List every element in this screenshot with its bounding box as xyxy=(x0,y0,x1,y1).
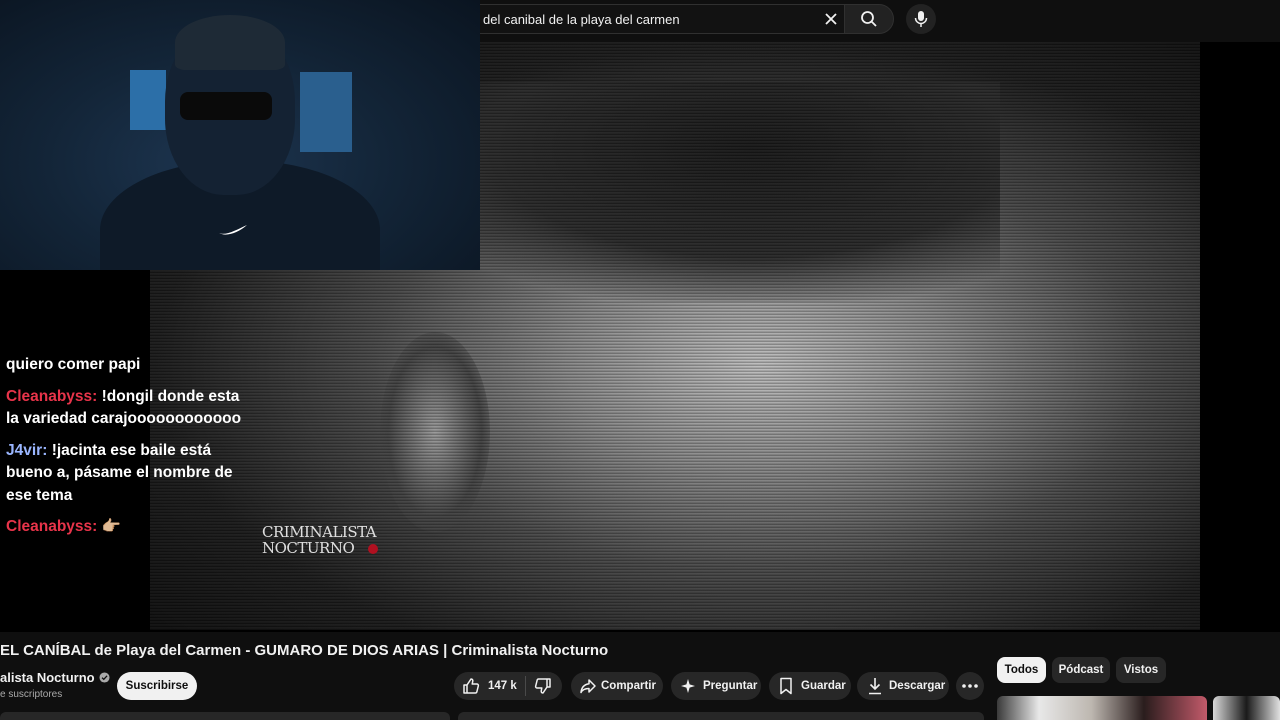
webcam-overlay xyxy=(0,0,480,270)
like-dislike-group: 147 k xyxy=(454,672,562,700)
bookmark-icon xyxy=(780,677,792,695)
channel-name[interactable]: alista Nocturno xyxy=(0,670,110,685)
watermark-blood-mark xyxy=(368,544,378,554)
subscribe-button[interactable]: Suscribirse xyxy=(117,672,197,700)
chat-message: quiero comer papi xyxy=(0,354,260,377)
share-button[interactable]: Compartir xyxy=(571,672,663,700)
search-button[interactable] xyxy=(844,4,894,34)
subscriber-count: e suscriptores xyxy=(0,689,63,700)
chat-emoji: 👉🏼 xyxy=(101,518,121,535)
chip-todos[interactable]: Todos xyxy=(997,657,1046,683)
streamer-cap xyxy=(175,15,285,70)
like-count[interactable]: 147 k xyxy=(488,680,517,692)
description-box[interactable] xyxy=(0,712,450,720)
more-horizontal-icon xyxy=(962,684,978,688)
share-icon xyxy=(580,679,596,694)
sparkle-icon xyxy=(681,679,695,693)
swoosh-logo-icon xyxy=(219,225,247,235)
watermark-line2: Nocturno xyxy=(262,539,355,557)
wall-poster xyxy=(130,70,166,130)
stream-chat: quiero comer papi Cleanabyss: !dongil do… xyxy=(0,340,260,548)
chat-message: J4vir: !jacinta ese baile está bueno a, … xyxy=(0,440,260,508)
chat-username: Cleanabyss: xyxy=(6,387,98,405)
chat-message-cut xyxy=(0,340,260,354)
thumbs-down-icon[interactable] xyxy=(534,677,552,695)
save-label: Guardar xyxy=(801,680,846,692)
voice-search-button[interactable] xyxy=(906,4,936,34)
chat-username: J4vir: xyxy=(6,441,48,459)
download-icon xyxy=(869,678,881,695)
thumbs-up-icon[interactable] xyxy=(462,677,480,695)
share-label: Compartir xyxy=(601,680,656,692)
ask-button[interactable]: Preguntar xyxy=(671,672,761,700)
clear-search-button[interactable] xyxy=(818,6,844,32)
chat-message: Cleanabyss: 👉🏼 xyxy=(0,516,260,539)
verified-icon xyxy=(99,672,110,683)
streamer-sunglasses xyxy=(180,92,272,120)
chat-text: quiero comer papi xyxy=(6,356,141,373)
mic-icon xyxy=(914,11,928,27)
search-icon xyxy=(861,11,877,27)
recommended-thumbnail[interactable] xyxy=(1213,696,1280,720)
save-button[interactable]: Guardar xyxy=(769,672,851,700)
download-label: Descargar xyxy=(889,680,946,692)
chip-podcast[interactable]: Pódcast xyxy=(1052,657,1110,683)
chat-username: Cleanabyss: xyxy=(6,518,98,535)
wall-poster xyxy=(300,72,352,152)
secondary-box[interactable] xyxy=(458,712,984,720)
search-box[interactable] xyxy=(478,4,844,34)
channel-watermark: Criminalista Nocturno xyxy=(262,524,402,556)
search-input[interactable] xyxy=(483,5,813,33)
video-title: EL CANÍBAL de Playa del Carmen - GUMARO … xyxy=(0,642,609,659)
chat-message: Cleanabyss: !dongil donde esta la varied… xyxy=(0,386,260,431)
channel-name-text[interactable]: alista Nocturno xyxy=(0,670,95,685)
recommended-thumbnail[interactable] xyxy=(997,696,1207,720)
download-button[interactable]: Descargar xyxy=(857,672,949,700)
more-actions-button[interactable] xyxy=(956,672,984,700)
watermark-line1: Criminalista xyxy=(262,523,377,541)
ask-label: Preguntar xyxy=(703,680,758,692)
like-divider xyxy=(524,676,526,696)
close-icon xyxy=(825,13,837,25)
chip-vistos[interactable]: Vistos xyxy=(1116,657,1166,683)
